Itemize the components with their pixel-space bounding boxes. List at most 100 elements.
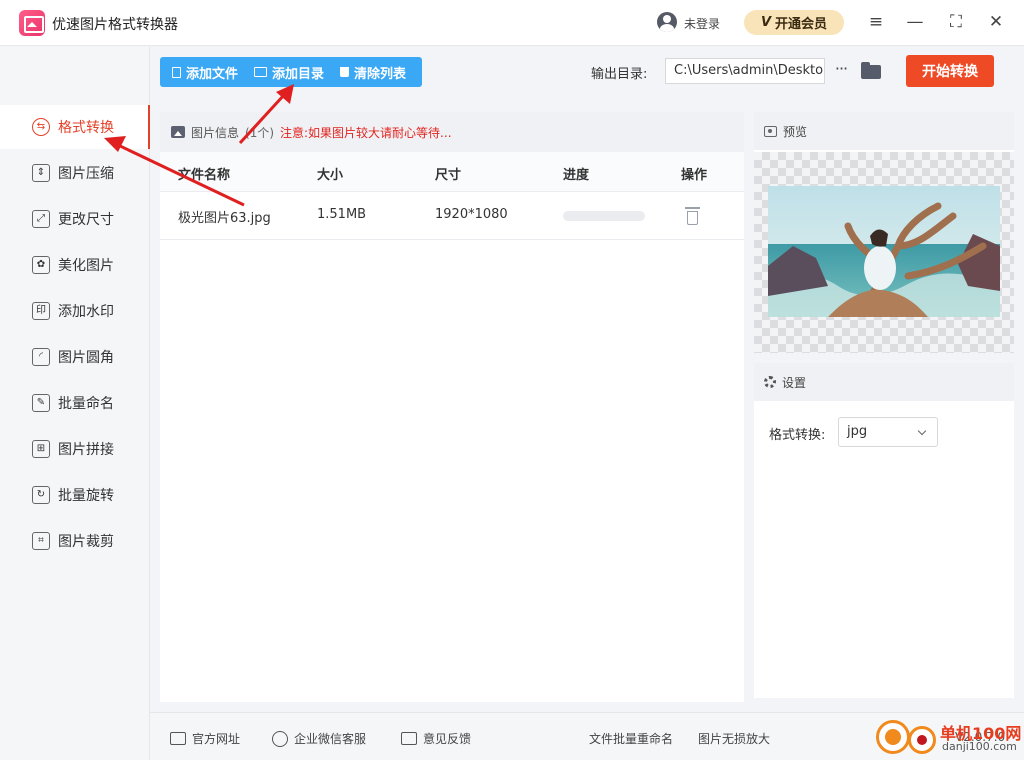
add-directory-button[interactable]: 添加目录 (246, 57, 332, 87)
sidebar-item-stitch[interactable]: ⊞ 图片拼接 (0, 427, 149, 471)
menu-icon[interactable]: ≡ (864, 10, 888, 34)
file-toolbar: 添加文件 添加目录 清除列表 (160, 57, 422, 87)
column-header-name: 文件名称 (178, 168, 231, 183)
start-convert-button[interactable]: 开始转换 (906, 55, 994, 87)
sidebar-item-label: 格式转换 (58, 120, 114, 136)
more-options-button[interactable]: ··· (830, 59, 852, 81)
sidebar-item-label: 批量旋转 (58, 488, 114, 504)
minimize-icon[interactable]: — (903, 10, 927, 34)
maximize-icon[interactable]: ⛶ (944, 10, 968, 34)
format-label: 格式转换: (769, 428, 826, 443)
vip-label: 开通会员 (775, 17, 828, 32)
feedback-icon (401, 732, 417, 745)
rename-icon: ✎ (32, 394, 50, 412)
settings-title: 设置 (782, 375, 807, 390)
panel-title: 图片信息 (191, 125, 240, 140)
site-watermark: 单机100网 danji100.com (876, 720, 1024, 760)
output-dir-input[interactable]: C:\Users\admin\Deskto (665, 58, 825, 84)
gear-icon (764, 376, 776, 388)
close-icon[interactable]: ✕ (984, 10, 1008, 34)
chevron-down-icon (917, 426, 927, 436)
sidebar-item-crop[interactable]: ⌗ 图片裁剪 (0, 519, 149, 563)
user-avatar-icon[interactable] (657, 12, 677, 32)
sidebar-item-format-convert[interactable]: ⇆ 格式转换 (0, 105, 150, 149)
file-icon (172, 66, 181, 78)
sidebar: ⇆ 格式转换 ⇕ 图片压缩 ⤢ 更改尺寸 ✿ 美化图片 印 添加水印 ◜ 图片圆… (0, 47, 150, 760)
compress-icon: ⇕ (32, 164, 50, 182)
open-folder-icon[interactable] (861, 62, 881, 79)
clear-list-button[interactable]: 清除列表 (332, 57, 414, 87)
sidebar-item-label: 图片拼接 (58, 442, 114, 458)
watermark-url: danji100.com (942, 740, 1017, 753)
preview-header: 预览 (754, 112, 1014, 150)
image-icon (171, 126, 185, 138)
title-bar: 优速图片格式转换器 未登录 V 开通会员 ≡ — ⛶ ✕ (0, 0, 1024, 46)
file-dimensions-cell: 1920*1080 (435, 207, 508, 222)
feedback-link[interactable]: 意见反馈 (401, 730, 471, 747)
output-dir-label: 输出目录: (591, 67, 648, 82)
sidebar-item-resize[interactable]: ⤢ 更改尺寸 (0, 197, 149, 241)
sidebar-item-label: 添加水印 (58, 304, 114, 320)
vip-icon: V (760, 15, 772, 30)
folder-icon (254, 67, 268, 77)
preview-icon (764, 125, 777, 137)
sidebar-item-label: 图片压缩 (58, 166, 114, 182)
sidebar-item-rename[interactable]: ✎ 批量命名 (0, 381, 149, 425)
column-header-action: 操作 (681, 168, 708, 183)
file-size-cell: 1.51MB (317, 207, 367, 222)
batch-rename-link[interactable]: 文件批量重命名 (589, 730, 673, 747)
sidebar-item-rounded-corner[interactable]: ◜ 图片圆角 (0, 335, 149, 379)
crop-icon: ⌗ (32, 532, 50, 550)
resize-icon: ⤢ (32, 210, 50, 228)
lossless-upscale-link[interactable]: 图片无损放大 (698, 730, 770, 747)
watermark-icon: 印 (32, 302, 50, 320)
sidebar-item-compress[interactable]: ⇕ 图片压缩 (0, 151, 149, 195)
format-convert-icon: ⇆ (32, 118, 50, 136)
file-name-cell: 极光图片63.jpg (178, 211, 271, 226)
sidebar-item-beautify[interactable]: ✿ 美化图片 (0, 243, 149, 287)
add-directory-label: 添加目录 (272, 66, 325, 82)
login-status[interactable]: 未登录 (684, 15, 720, 32)
sidebar-item-label: 图片圆角 (58, 350, 114, 366)
rotate-icon: ↻ (32, 486, 50, 504)
sidebar-item-label: 图片裁剪 (58, 534, 114, 550)
official-site-label: 官方网址 (192, 732, 241, 746)
table-row[interactable]: 极光图片63.jpg 1.51MB 1920*1080 (160, 192, 744, 240)
wechat-service-label: 企业微信客服 (294, 732, 367, 746)
feedback-label: 意见反馈 (423, 732, 472, 746)
official-site-link[interactable]: 官方网址 (170, 730, 240, 747)
sidebar-item-watermark[interactable]: 印 添加水印 (0, 289, 149, 333)
file-panel-header: 图片信息 (1个) 注意:如果图片较大请耐心等待... (160, 112, 744, 152)
add-file-label: 添加文件 (186, 66, 239, 82)
file-count: (1个) (245, 125, 275, 140)
sidebar-item-label: 美化图片 (58, 258, 114, 274)
wechat-service-link[interactable]: 企业微信客服 (272, 730, 366, 747)
sidebar-item-rotate[interactable]: ↻ 批量旋转 (0, 473, 149, 517)
preview-image (768, 186, 1000, 317)
file-list-panel: 图片信息 (1个) 注意:如果图片较大请耐心等待... 文件名称 大小 尺寸 进… (160, 112, 744, 702)
website-icon (170, 732, 186, 745)
watermark-logo-icon-2 (908, 726, 936, 754)
settings-header: 设置 (754, 363, 1014, 401)
delete-icon[interactable] (685, 207, 700, 225)
table-header: 文件名称 大小 尺寸 进度 操作 (160, 152, 744, 192)
progress-bar (563, 211, 645, 221)
column-header-progress: 进度 (563, 168, 590, 183)
app-title: 优速图片格式转换器 (52, 17, 178, 33)
add-file-button[interactable]: 添加文件 (160, 57, 246, 87)
vip-button[interactable]: V 开通会员 (744, 10, 844, 35)
preview-title: 预览 (783, 124, 808, 139)
clear-list-label: 清除列表 (354, 66, 407, 82)
beautify-icon: ✿ (32, 256, 50, 274)
sidebar-item-label: 批量命名 (58, 396, 114, 412)
trash-icon (340, 67, 350, 77)
stitch-icon: ⊞ (32, 440, 50, 458)
sidebar-item-label: 更改尺寸 (58, 212, 114, 228)
format-value: jpg (847, 424, 868, 439)
chat-icon (272, 730, 288, 747)
format-select[interactable]: jpg (838, 417, 938, 447)
app-logo-icon (19, 10, 45, 36)
preview-canvas (754, 152, 1014, 353)
rounded-corner-icon: ◜ (32, 348, 50, 366)
column-header-size: 大小 (317, 168, 344, 183)
